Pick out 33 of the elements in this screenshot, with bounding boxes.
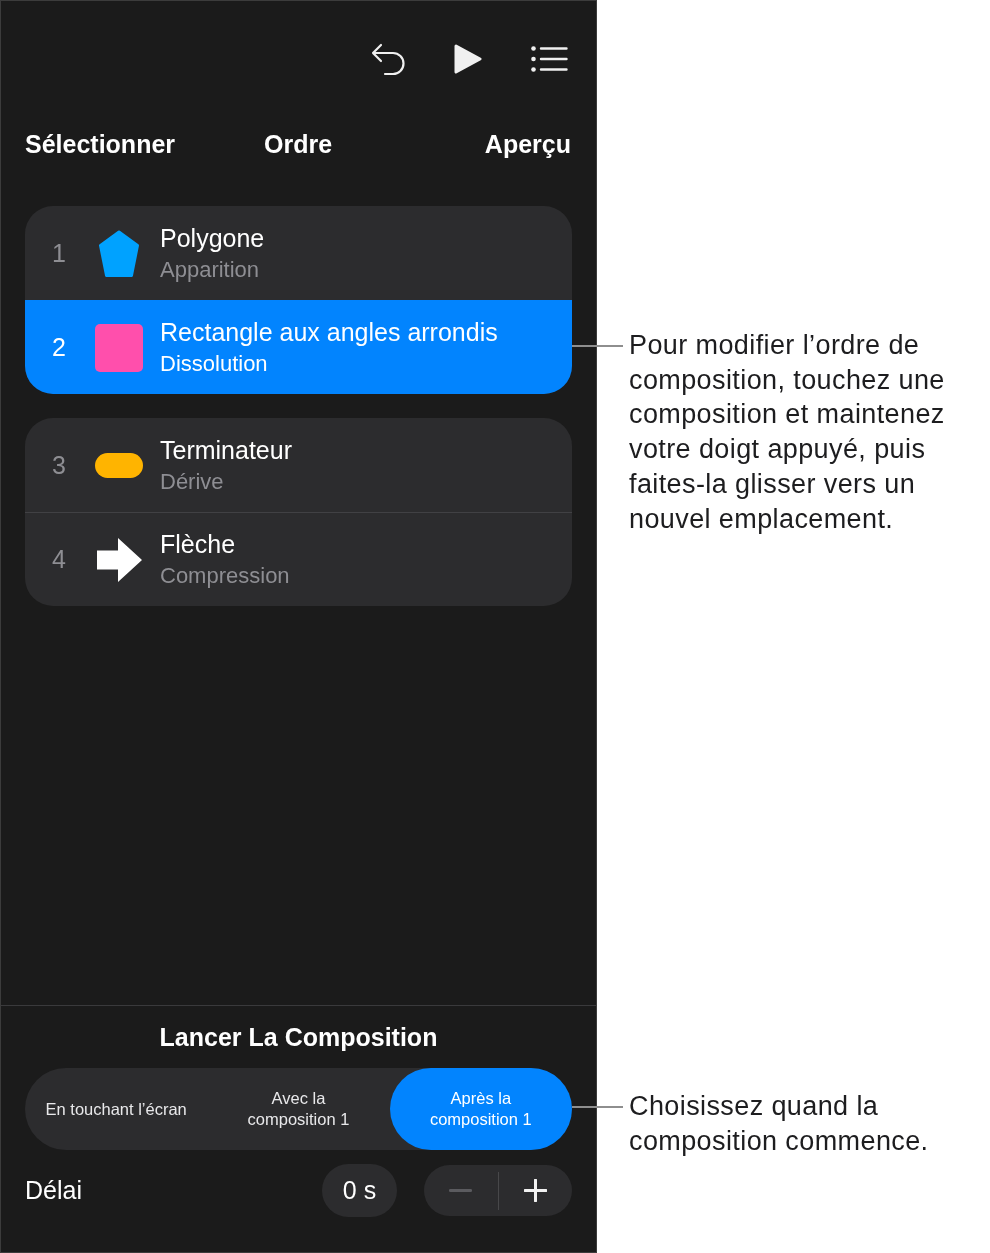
- list-row[interactable]: 4 Flèche Compression: [25, 512, 572, 606]
- leader-line: [572, 1106, 623, 1109]
- row-number: 3: [52, 450, 67, 480]
- row-title: Rectangle aux angles arrondis: [160, 317, 498, 348]
- play-icon[interactable]: [454, 44, 482, 74]
- row-subtitle: Dissolution: [160, 350, 269, 378]
- row-number: 2: [52, 333, 67, 362]
- row-subtitle: Dérive: [160, 467, 225, 496]
- undo-icon[interactable]: [371, 42, 405, 76]
- delay-field[interactable]: 0 s: [322, 1164, 397, 1217]
- section-title: Lancer La Composition: [159, 1022, 438, 1053]
- leader-line: [572, 345, 623, 347]
- row-subtitle: Apparition: [160, 255, 261, 284]
- plus-icon[interactable]: [523, 1179, 547, 1202]
- row-subtitle: Compression: [160, 562, 290, 590]
- panel-title: Ordre: [263, 129, 333, 160]
- callout-text: Choisissez quand la composition commence.: [629, 1090, 930, 1158]
- start-option[interactable]: Avec la composition 1: [207, 1068, 390, 1150]
- start-option[interactable]: En touchant l’écran: [25, 1068, 208, 1150]
- list-row[interactable]: 2 Rectangle aux angles arrondis Dissolution: [25, 300, 572, 394]
- list-row[interactable]: 3 Terminateur Dérive: [25, 418, 572, 512]
- row-title: Flèche: [160, 529, 237, 560]
- menu-icon[interactable]: [531, 46, 568, 72]
- row-title: Terminateur: [160, 434, 292, 466]
- start-option[interactable]: Après la composition 1: [389, 1068, 572, 1150]
- preview-button[interactable]: Aperçu: [484, 126, 571, 162]
- row-number: 1: [52, 238, 67, 268]
- callout-text: Pour modifier l’ordre de composition, touchez une composition et maintenez votre doigt appuyé, puis faites-la glisser vers un nouvel emplacement.: [629, 329, 946, 536]
- row-title: Polygone: [160, 222, 265, 254]
- row-number: 4: [52, 545, 67, 574]
- list-row[interactable]: 1 Polygone Apparition: [25, 206, 572, 300]
- delay-label: Délai: [25, 1176, 83, 1205]
- select-button[interactable]: Sélectionner: [25, 126, 176, 162]
